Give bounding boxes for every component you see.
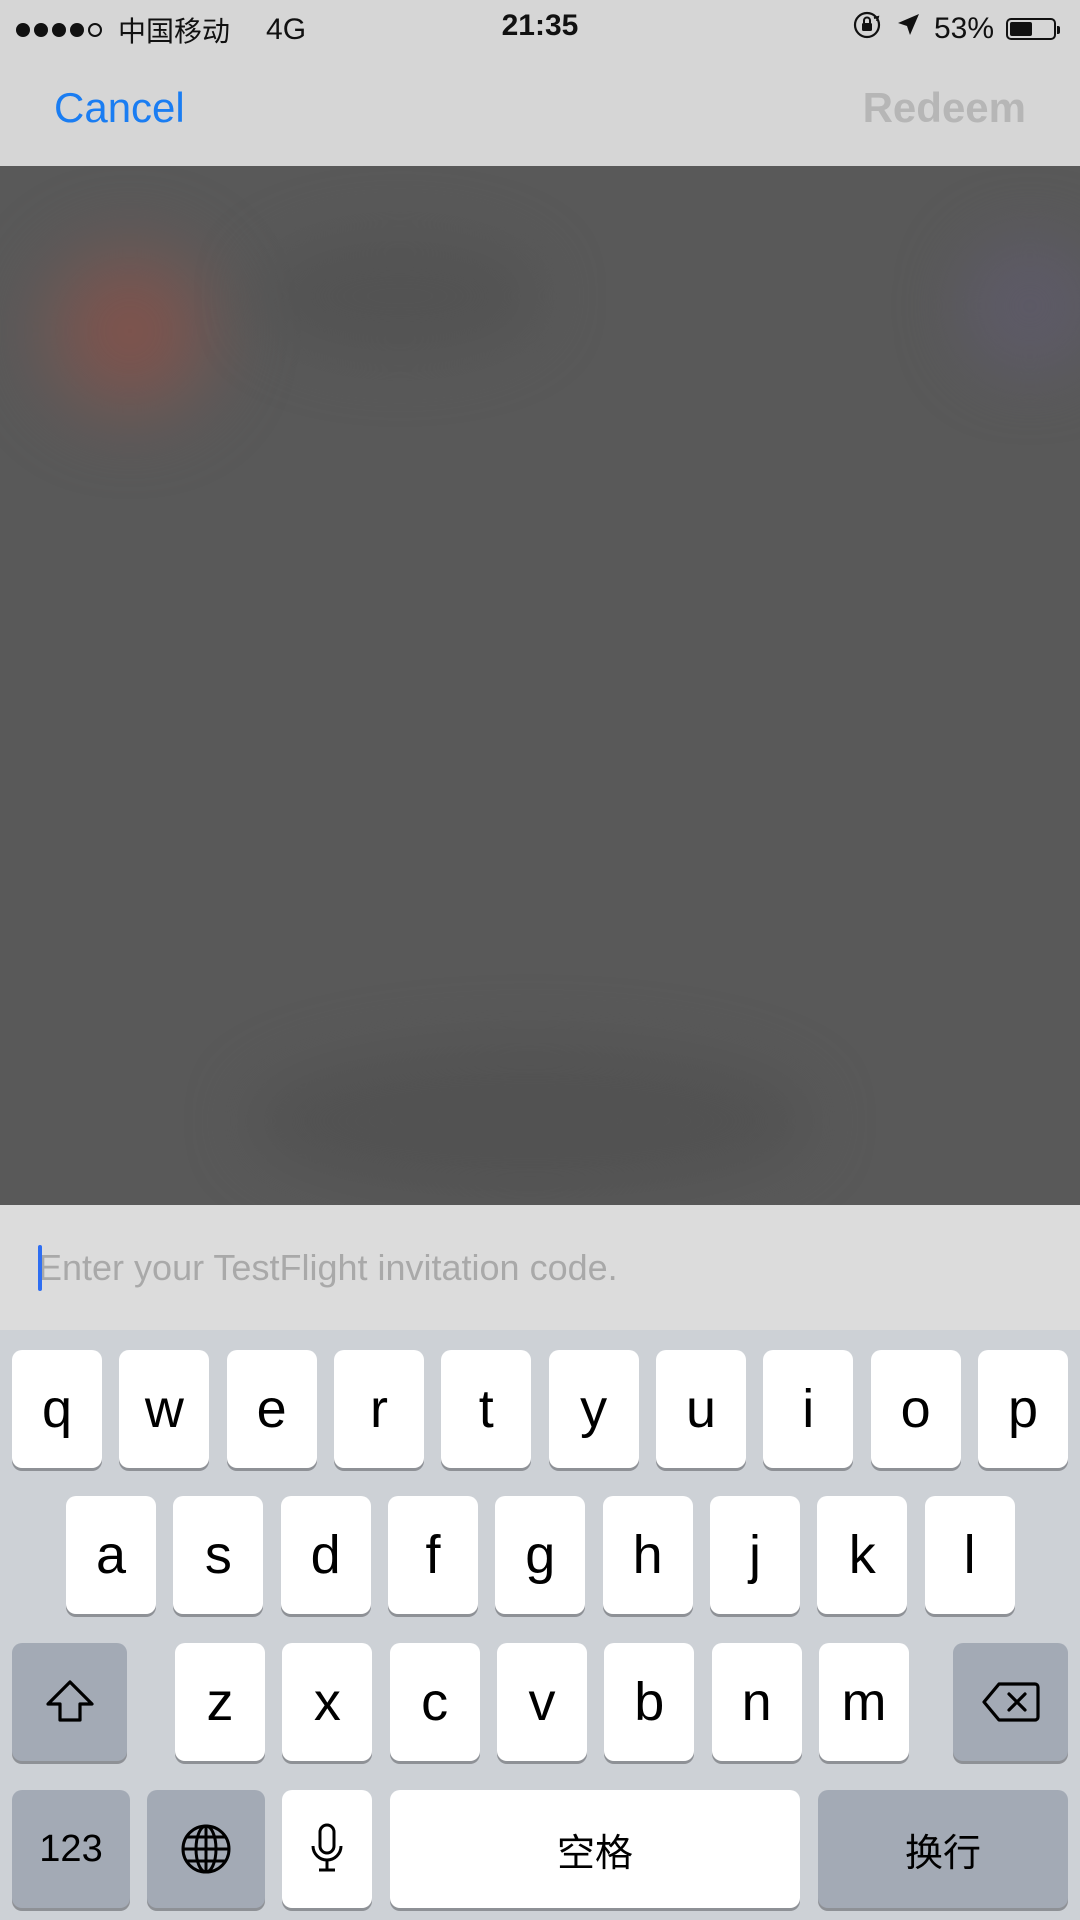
key-t[interactable]: t [441,1350,532,1468]
status-bar: 中国移动 4G 21:35 53% [0,0,1080,54]
key-i[interactable]: i [763,1350,854,1468]
battery-percent: 53% [933,12,994,45]
key-r[interactable]: r [333,1350,424,1468]
key-v[interactable]: v [496,1643,587,1761]
camera-blur-shape [960,236,1080,376]
key-m[interactable]: m [818,1643,909,1761]
camera-blur-shape [20,226,240,436]
camera-viewfinder [0,166,1080,1205]
key-u[interactable]: u [655,1350,746,1468]
globe-icon [181,1824,231,1874]
battery-fill [1010,22,1032,36]
screen: 中国移动 4G 21:35 53% Cancel Redeem Enter yo… [0,0,1080,1920]
delete-icon [981,1682,1040,1722]
invitation-code-input[interactable] [38,1235,1038,1301]
key-d[interactable]: d [280,1496,371,1614]
key-z[interactable]: z [175,1643,265,1761]
orientation-lock-icon [852,10,882,48]
key-g[interactable]: g [495,1496,586,1614]
key-s[interactable]: s [173,1496,264,1614]
key-x[interactable]: x [282,1643,373,1761]
key-w[interactable]: w [119,1350,210,1468]
keyboard: qwertyuiop asdfghjkl zxcvbnm 123 空格 换行 [0,1330,1080,1920]
key-e[interactable]: e [226,1350,317,1468]
camera-blur-shape [250,1046,810,1196]
text-cursor [38,1245,42,1291]
key-q[interactable]: q [12,1350,102,1468]
microphone-icon [311,1823,343,1872]
numbers-key[interactable]: 123 [12,1790,130,1908]
status-right: 53% [852,10,1060,48]
key-a[interactable]: a [66,1496,156,1614]
key-y[interactable]: y [548,1350,639,1468]
key-f[interactable]: f [387,1496,478,1614]
key-j[interactable]: j [709,1496,800,1614]
key-h[interactable]: h [602,1496,693,1614]
globe-key[interactable] [147,1790,265,1908]
key-p[interactable]: p [977,1350,1068,1468]
cancel-button[interactable]: Cancel [54,84,185,132]
battery-icon [1006,18,1060,40]
key-o[interactable]: o [870,1350,961,1468]
redeem-button[interactable]: Redeem [863,84,1026,132]
nav-bar: Cancel Redeem [0,54,1080,166]
shift-key[interactable] [12,1643,127,1761]
camera-blur-shape [260,236,540,356]
location-arrow-icon [894,11,922,47]
invitation-code-bar [0,1205,1080,1330]
key-k[interactable]: k [817,1496,908,1614]
dictation-key[interactable] [282,1790,372,1908]
delete-key[interactable] [953,1643,1068,1761]
space-key[interactable]: 空格 [390,1790,800,1908]
key-l[interactable]: l [924,1496,1015,1614]
key-n[interactable]: n [711,1643,802,1761]
key-b[interactable]: b [604,1643,695,1761]
key-c[interactable]: c [389,1643,480,1761]
return-key[interactable]: 换行 [818,1790,1068,1908]
shift-icon [45,1680,94,1722]
battery-tip [1057,26,1060,34]
